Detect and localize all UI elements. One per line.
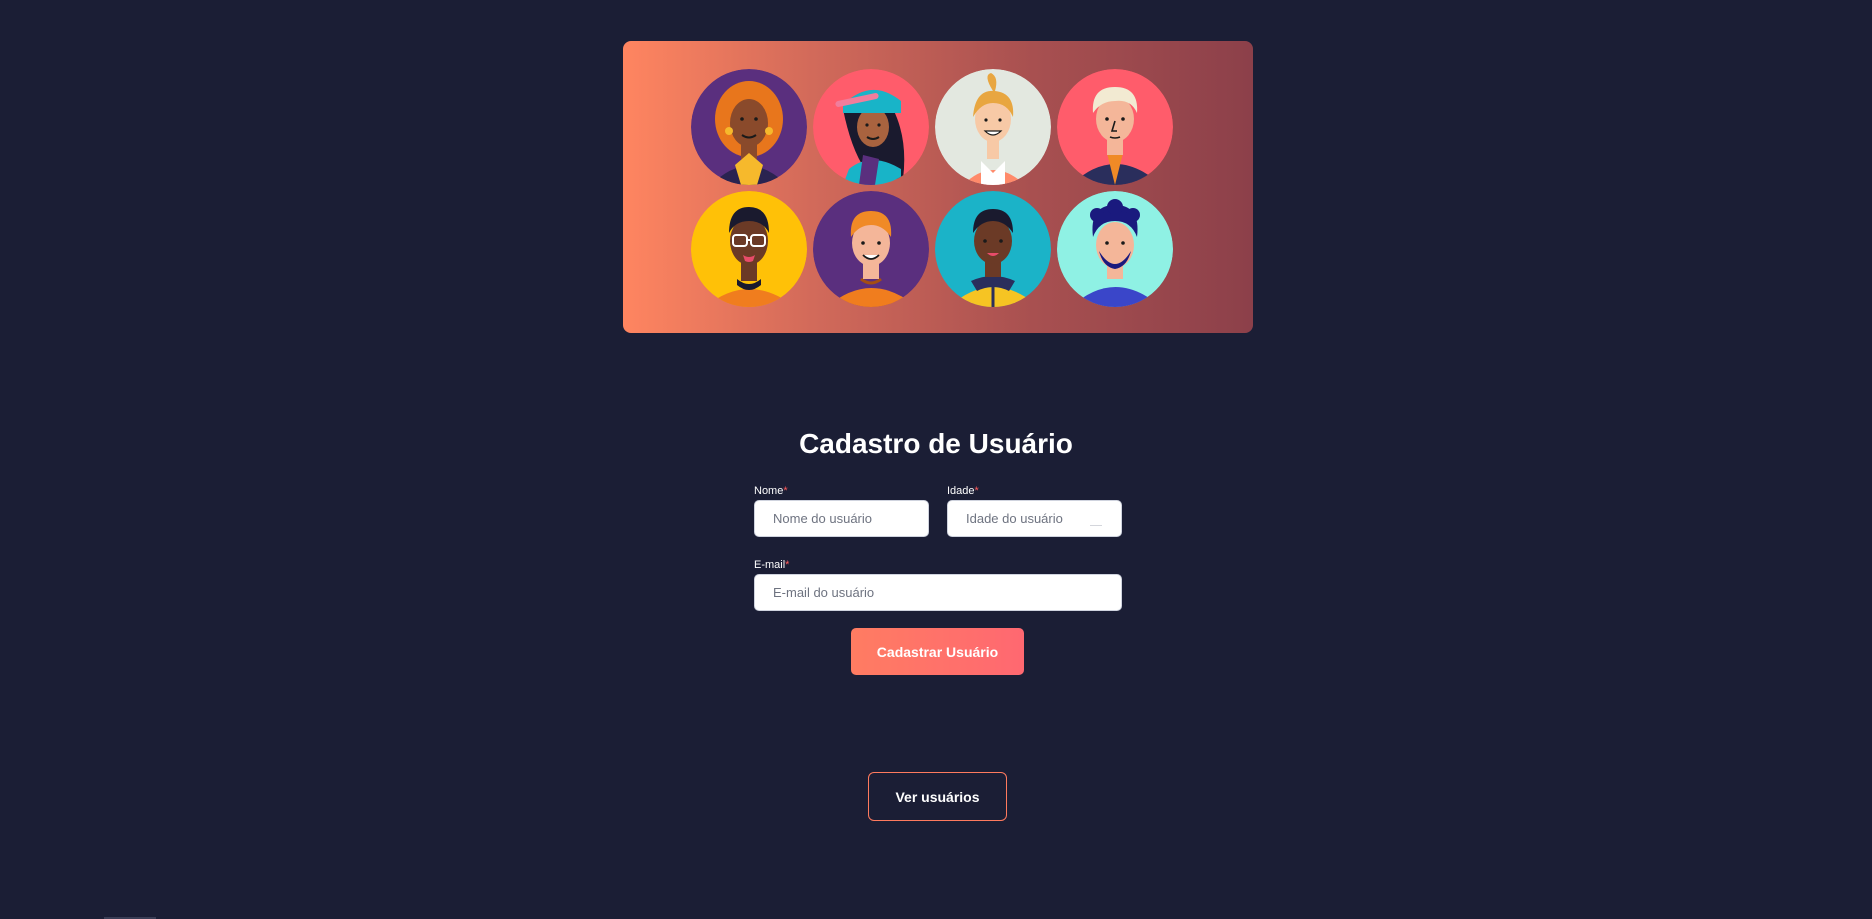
age-input[interactable] xyxy=(947,500,1122,537)
required-marker: * xyxy=(974,485,979,497)
age-label: Idade* xyxy=(947,485,979,497)
view-users-button[interactable]: Ver usuários xyxy=(868,772,1007,821)
avatar-woman-cap xyxy=(813,69,929,185)
page: Cadastro de Usuário Nome* Idade* E-mail*… xyxy=(0,0,1872,919)
required-marker: * xyxy=(783,485,788,497)
avatar-woman-curly-orange xyxy=(691,69,807,185)
name-label-text: Nome xyxy=(754,485,784,497)
email-input[interactable] xyxy=(754,574,1122,611)
age-label-text: Idade xyxy=(947,485,975,497)
avatar-man-hoodie xyxy=(935,191,1051,307)
name-input[interactable] xyxy=(754,500,929,537)
page-title: Cadastro de Usuário xyxy=(799,428,1073,459)
avatar-woman-blonde xyxy=(935,69,1051,185)
email-label-text: E-mail xyxy=(754,559,786,571)
email-label: E-mail* xyxy=(754,559,789,571)
register-user-button[interactable]: Cadastrar Usuário xyxy=(851,628,1024,675)
required-marker: * xyxy=(785,559,790,571)
avatar-man-glasses xyxy=(691,191,807,307)
age-spinner-handle[interactable] xyxy=(1090,525,1102,526)
avatar-grid xyxy=(691,69,1173,307)
avatar-man-ginger xyxy=(813,191,929,307)
name-label: Nome* xyxy=(754,485,788,497)
avatar-man-beard xyxy=(1057,191,1173,307)
hero-banner xyxy=(623,41,1253,333)
avatar-man-white-hair xyxy=(1057,69,1173,185)
